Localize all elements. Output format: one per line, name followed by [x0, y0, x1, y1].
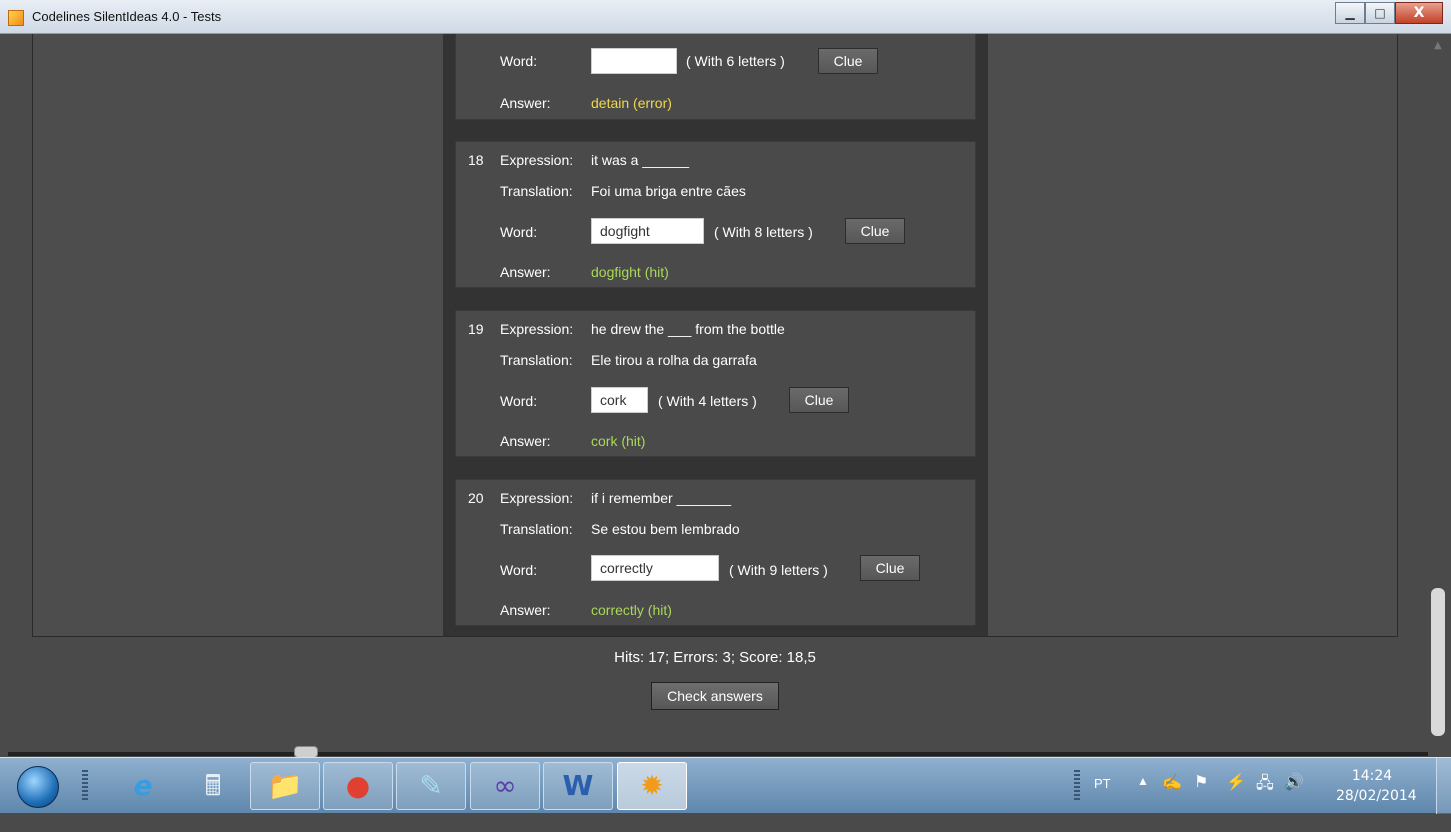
answer-value: correctly (hit) — [591, 602, 672, 618]
check-answers-button[interactable]: Check answers — [651, 682, 779, 710]
question-card-18: 18 Expression: it was a ______ Translati… — [455, 141, 976, 288]
clock-time: 14:24 — [1351, 768, 1393, 784]
expression-text: if i remember _______ — [591, 490, 732, 506]
file-explorer-icon[interactable]: 📁 — [250, 762, 320, 810]
word-input[interactable]: cork — [591, 387, 648, 413]
letters-hint: ( With 9 letters ) — [729, 562, 828, 578]
question-number: 20 — [468, 490, 484, 506]
word-label: Word: — [500, 224, 538, 240]
network-icon[interactable]: 🖧 — [1256, 772, 1274, 828]
minimize-icon: ▁ — [1345, 6, 1355, 20]
question-number: 18 — [468, 152, 484, 168]
title-bar: Codelines SilentIdeas 4.0 - Tests ▁ □ X — [0, 0, 1451, 34]
letters-hint: ( With 4 letters ) — [658, 393, 757, 409]
clue-button[interactable]: Clue — [860, 555, 920, 581]
score-summary: Hits: 17; Errors: 3; Score: 18,5 — [614, 649, 816, 666]
close-button[interactable]: X — [1395, 2, 1443, 24]
answer-value: cork (hit) — [591, 433, 646, 449]
expression-text: it was a ______ — [591, 152, 690, 168]
maximize-button[interactable]: □ — [1365, 2, 1395, 24]
letters-hint: ( With 6 letters ) — [686, 53, 785, 69]
expression-label: Expression: — [500, 152, 574, 168]
word-input[interactable]: dogfight — [591, 218, 704, 244]
clue-button[interactable]: Clue — [789, 387, 849, 413]
minimize-button[interactable]: ▁ — [1335, 2, 1365, 24]
tray-grip — [1074, 770, 1080, 802]
word-input[interactable] — [591, 48, 677, 74]
show-hidden-icons-icon[interactable]: ▲ — [1137, 774, 1149, 830]
volume-icon[interactable]: 🔊 — [1284, 772, 1304, 828]
action-center-flag-icon[interactable]: ⚑ — [1194, 772, 1208, 828]
question-card-17: Word: ( With 6 letters ) Clue Answer: de… — [455, 34, 976, 120]
answer-value: detain (error) — [591, 95, 672, 111]
answer-label: Answer: — [500, 433, 551, 449]
windows-start-icon[interactable] — [17, 766, 59, 808]
answer-label: Answer: — [500, 264, 551, 280]
word-icon[interactable]: W — [543, 762, 613, 810]
horizontal-scrollbar[interactable] — [8, 752, 1428, 756]
pen-icon[interactable]: ✍ — [1162, 772, 1182, 828]
word-input[interactable]: correctly — [591, 555, 719, 581]
translation-label: Translation: — [500, 352, 573, 368]
internet-explorer-icon[interactable]: e — [108, 762, 178, 810]
taskbar-grip — [82, 770, 88, 802]
translation-text: Foi uma briga entre cães — [591, 183, 746, 199]
answer-label: Answer: — [500, 95, 551, 111]
translation-text: Se estou bem lembrado — [591, 521, 740, 537]
answer-label: Answer: — [500, 602, 551, 618]
vertical-scroll-thumb[interactable] — [1431, 588, 1445, 736]
app-icon — [8, 10, 24, 26]
word-label: Word: — [500, 53, 538, 69]
question-card-19: 19 Expression: he drew the ___ from the … — [455, 310, 976, 457]
translation-label: Translation: — [500, 183, 573, 199]
scroll-up-icon[interactable]: ▲ — [1434, 40, 1442, 51]
word-label: Word: — [500, 562, 538, 578]
question-number: 19 — [468, 321, 484, 337]
word-label: Word: — [500, 393, 538, 409]
maximize-icon: □ — [1374, 6, 1386, 20]
translation-label: Translation: — [500, 521, 573, 537]
window-controls: ▁ □ X — [1335, 2, 1443, 26]
chrome-icon[interactable]: ● — [323, 762, 393, 810]
translation-text: Ele tirou a rolha da garrafa — [591, 352, 757, 368]
calculator-icon[interactable]: 🖩 — [178, 762, 248, 810]
expression-text: he drew the ___ from the bottle — [591, 321, 785, 337]
show-desktop-button[interactable] — [1436, 758, 1451, 814]
language-indicator[interactable]: PT — [1094, 776, 1111, 832]
notepad-icon[interactable]: ✎ — [396, 762, 466, 810]
visual-studio-icon[interactable]: ∞ — [470, 762, 540, 810]
clue-button[interactable]: Clue — [818, 48, 878, 74]
power-icon[interactable]: ⚡ — [1226, 772, 1246, 828]
silentideas-icon[interactable]: ✹ — [617, 762, 687, 810]
expression-label: Expression: — [500, 321, 574, 337]
close-icon: X — [1413, 5, 1425, 21]
taskbar: e 🖩 📁 ● ✎ ∞ W ✹ PT ▲ ✍ ⚑ ⚡ 🖧 🔊 14:24 28/… — [0, 757, 1451, 814]
question-card-20: 20 Expression: if i remember _______ Tra… — [455, 479, 976, 626]
window-title: Codelines SilentIdeas 4.0 - Tests — [32, 9, 222, 24]
letters-hint: ( With 8 letters ) — [714, 224, 813, 240]
clue-button[interactable]: Clue — [845, 218, 905, 244]
clock-date: 28/02/2014 — [1336, 788, 1417, 804]
answer-value: dogfight (hit) — [591, 264, 669, 280]
expression-label: Expression: — [500, 490, 574, 506]
clock[interactable]: 14:24 28/02/2014 — [1336, 766, 1417, 806]
